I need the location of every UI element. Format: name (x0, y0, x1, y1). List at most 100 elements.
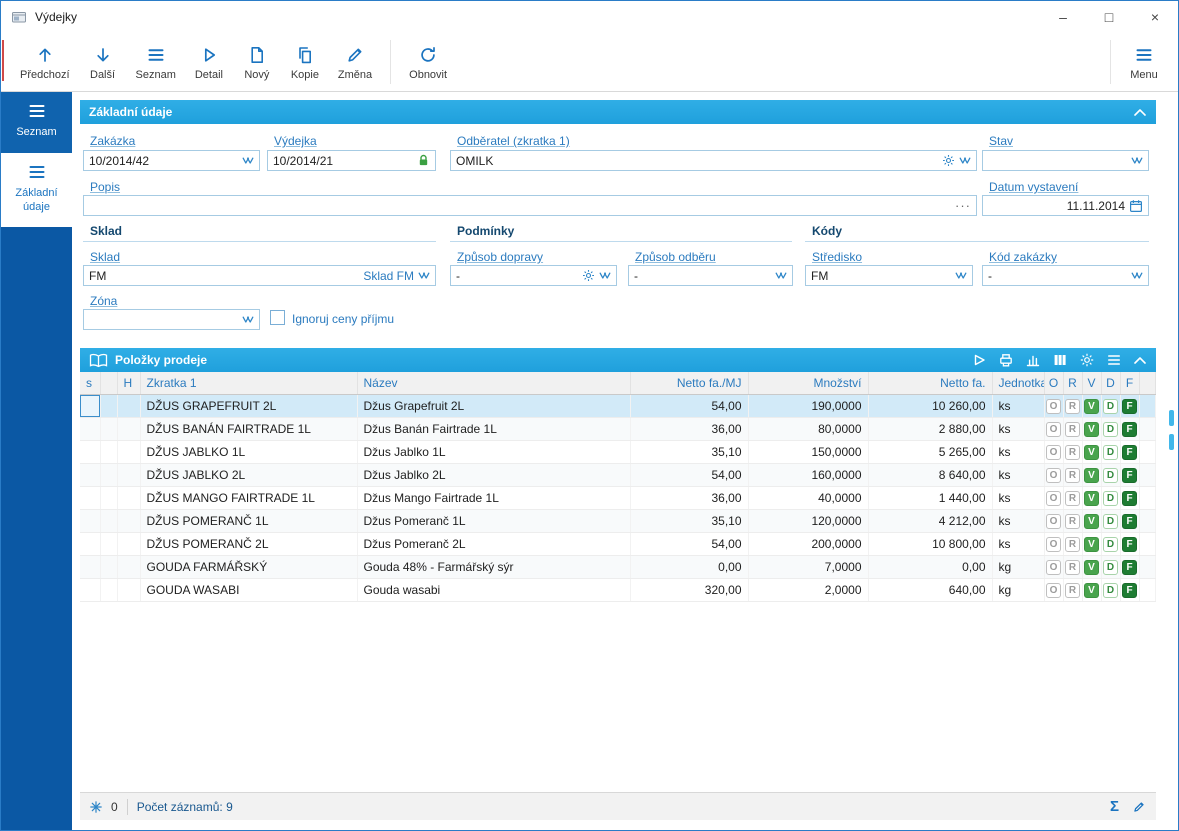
sklad-label[interactable]: Sklad (90, 250, 120, 264)
flag-v-button[interactable]: V (1084, 537, 1099, 552)
toolbar-button-dalsi[interactable]: Další (79, 41, 127, 83)
cell-nazev[interactable]: Džus Jablko 2L (357, 464, 630, 487)
cell-netto[interactable]: 8 640,00 (868, 464, 992, 487)
toolbar-button-detail[interactable]: Detail (185, 41, 233, 83)
flag-f-button[interactable]: F (1122, 514, 1137, 529)
cell-zkratka[interactable]: DŽUS POMERANČ 2L (140, 533, 357, 556)
cell-netto[interactable]: 2 880,00 (868, 418, 992, 441)
combo-dropdown-icon[interactable] (242, 316, 254, 324)
flag-d-button[interactable]: D (1103, 445, 1118, 460)
flag-r-button[interactable]: R (1065, 583, 1080, 598)
gear-icon[interactable] (582, 269, 595, 282)
flag-f-button[interactable]: F (1122, 491, 1137, 506)
sidebar-item-zakladni-udaje[interactable]: Základní údaje (1, 153, 72, 228)
cell-zkratka[interactable]: DŽUS JABLKO 2L (140, 464, 357, 487)
datum-vystaveni-input[interactable] (988, 199, 1125, 213)
cell-jednotka[interactable]: ks (992, 510, 1044, 533)
flag-d-button[interactable]: D (1103, 468, 1118, 483)
combo-dropdown-icon[interactable] (242, 157, 254, 165)
cell-netto-mj[interactable]: 320,00 (630, 579, 748, 602)
cell-nazev[interactable]: Džus Grapefruit 2L (357, 395, 630, 418)
cell-netto-mj[interactable]: 0,00 (630, 556, 748, 579)
zpusob-odberu-input[interactable] (634, 269, 771, 283)
cell-netto[interactable]: 4 212,00 (868, 510, 992, 533)
flag-f-button[interactable]: F (1122, 445, 1137, 460)
table-row[interactable]: DŽUS BANÁN FAIRTRADE 1L Džus Banán Fairt… (80, 418, 1156, 441)
col-d[interactable]: D (1101, 372, 1120, 395)
stredisko-input[interactable] (811, 269, 951, 283)
table-row[interactable]: DŽUS JABLKO 1L Džus Jablko 1L 35,10 150,… (80, 441, 1156, 464)
cell-jednotka[interactable]: ks (992, 533, 1044, 556)
col-r[interactable]: R (1063, 372, 1082, 395)
flag-v-button[interactable]: V (1084, 514, 1099, 529)
scroll-marker[interactable] (1169, 434, 1174, 450)
cell-netto[interactable]: 5 265,00 (868, 441, 992, 464)
cell-nazev[interactable]: Gouda 48% - Farmářský sýr (357, 556, 630, 579)
flag-r-button[interactable]: R (1065, 445, 1080, 460)
row-select-cell[interactable] (80, 487, 100, 510)
cell-mnozstvi[interactable]: 200,0000 (748, 533, 868, 556)
stav-input[interactable] (988, 154, 1127, 168)
flag-d-button[interactable]: D (1103, 560, 1118, 575)
flag-o-button[interactable]: O (1046, 560, 1061, 575)
table-row[interactable]: DŽUS JABLKO 2L Džus Jablko 2L 54,00 160,… (80, 464, 1156, 487)
cell-nazev[interactable]: Gouda wasabi (357, 579, 630, 602)
cell-netto[interactable]: 10 260,00 (868, 395, 992, 418)
flag-o-button[interactable]: O (1046, 445, 1061, 460)
vydejka-label[interactable]: Výdejka (274, 134, 317, 148)
collapse-chevron-icon[interactable] (1133, 108, 1147, 117)
col-h[interactable]: H (117, 372, 140, 395)
col-v[interactable]: V (1082, 372, 1101, 395)
flag-r-button[interactable]: R (1065, 537, 1080, 552)
flag-f-button[interactable]: F (1122, 537, 1137, 552)
flag-v-button[interactable]: V (1084, 468, 1099, 483)
col-zkratka[interactable]: Zkratka 1 (140, 372, 357, 395)
chart-icon[interactable] (1025, 352, 1041, 368)
toolbar-button-seznam[interactable]: Seznam (127, 41, 185, 83)
cell-netto-mj[interactable]: 36,00 (630, 418, 748, 441)
ignoruj-ceny-label[interactable]: Ignoruj ceny příjmu (292, 312, 394, 326)
sidebar-item-seznam[interactable]: Seznam (1, 92, 72, 153)
flag-o-button[interactable]: O (1046, 422, 1061, 437)
flag-v-button[interactable]: V (1084, 399, 1099, 414)
flag-r-button[interactable]: R (1065, 491, 1080, 506)
flag-o-button[interactable]: O (1046, 514, 1061, 529)
edit-pencil-icon[interactable] (1132, 800, 1146, 814)
collapse-chevron-icon[interactable] (1133, 356, 1147, 365)
flag-d-button[interactable]: D (1103, 422, 1118, 437)
flag-r-button[interactable]: R (1065, 560, 1080, 575)
combo-dropdown-icon[interactable] (959, 157, 971, 165)
row-select-cell[interactable] (80, 579, 100, 602)
cell-mnozstvi[interactable]: 160,0000 (748, 464, 868, 487)
calendar-icon[interactable] (1129, 199, 1143, 213)
col-nazev[interactable]: Název (357, 372, 630, 395)
toolbar-button-predchozi[interactable]: Předchozí (11, 41, 79, 83)
flag-v-button[interactable]: V (1084, 445, 1099, 460)
popis-label[interactable]: Popis (90, 180, 120, 194)
flag-r-button[interactable]: R (1065, 399, 1080, 414)
sklad-detail-link[interactable]: Sklad FM (363, 269, 414, 283)
col-o[interactable]: O (1044, 372, 1063, 395)
flag-f-button[interactable]: F (1122, 422, 1137, 437)
cell-nazev[interactable]: Džus Pomeranč 1L (357, 510, 630, 533)
combo-dropdown-icon[interactable] (599, 272, 611, 280)
cell-mnozstvi[interactable]: 7,0000 (748, 556, 868, 579)
row-select-cell[interactable] (80, 556, 100, 579)
cell-netto-mj[interactable]: 35,10 (630, 510, 748, 533)
cell-netto-mj[interactable]: 54,00 (630, 395, 748, 418)
cell-mnozstvi[interactable]: 80,0000 (748, 418, 868, 441)
zpusob-dopravy-input[interactable] (456, 269, 578, 283)
zona-input[interactable] (89, 313, 238, 327)
row-select-cell[interactable] (80, 510, 100, 533)
cell-nazev[interactable]: Džus Jablko 1L (357, 441, 630, 464)
col-f[interactable]: F (1120, 372, 1139, 395)
cell-netto[interactable]: 0,00 (868, 556, 992, 579)
row-select-cell[interactable] (80, 395, 100, 418)
flag-v-button[interactable]: V (1084, 491, 1099, 506)
cell-nazev[interactable]: Džus Mango Fairtrade 1L (357, 487, 630, 510)
menu-icon[interactable] (1106, 352, 1122, 368)
cell-netto[interactable]: 10 800,00 (868, 533, 992, 556)
sum-icon[interactable]: Σ (1110, 799, 1119, 814)
flag-d-button[interactable]: D (1103, 514, 1118, 529)
combo-dropdown-icon[interactable] (1131, 157, 1143, 165)
